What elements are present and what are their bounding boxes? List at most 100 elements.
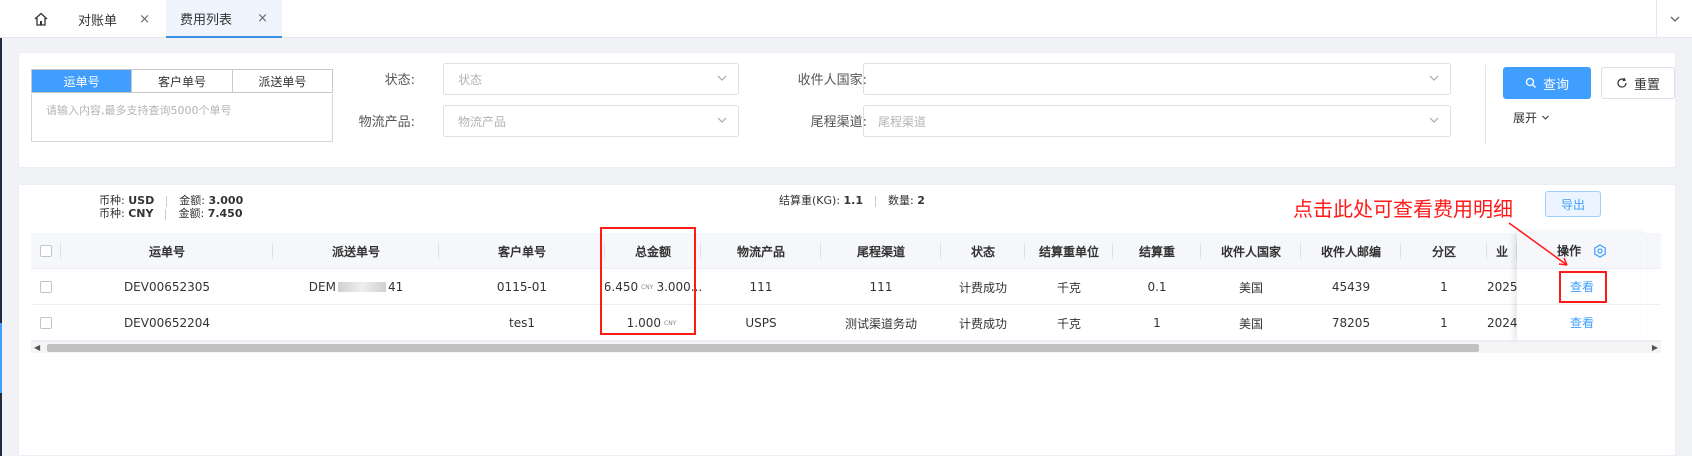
- cell-status: 计费成功: [958, 280, 1007, 295]
- seg-customer-number[interactable]: 客户单号: [132, 70, 233, 92]
- select-all-cell: [31, 233, 61, 269]
- col-action: 操作: [1517, 233, 1647, 269]
- weight-label: 结算重(KG):: [779, 194, 841, 207]
- col-product[interactable]: 物流产品: [701, 233, 821, 269]
- lastmile-label: 尾程渠道:: [810, 115, 867, 130]
- cell-weight-unit: 千克: [1056, 280, 1081, 295]
- settings-icon[interactable]: [1593, 243, 1607, 258]
- cell-delivery-number: [273, 305, 439, 341]
- table-row: DEV00652204 tes1 1.000 CNY USPS 测试渠道务动 计费…: [31, 305, 1661, 341]
- cell-lastmile: 测试渠道务动: [844, 316, 917, 331]
- annotation-text: 点击此处可查看费用明细: [1293, 197, 1513, 221]
- currency-value: CNY: [128, 207, 154, 220]
- redacted-mask: [337, 282, 386, 292]
- lastmile-select[interactable]: 尾程渠道: [863, 105, 1451, 137]
- close-icon[interactable]: ×: [139, 12, 150, 27]
- home-icon: [34, 12, 48, 26]
- number-type-tabs: 运单号 客户单号 派送单号: [31, 69, 333, 93]
- cell-waybill: DEV00652204: [123, 316, 211, 330]
- highlight-total-amount: [600, 227, 696, 335]
- cell-product: 111: [749, 280, 773, 294]
- cell-country: 美国: [1238, 280, 1263, 295]
- col-waybill[interactable]: 运单号: [61, 233, 273, 269]
- col-status[interactable]: 状态: [941, 233, 1025, 269]
- tabs-dropdown-button[interactable]: [1656, 0, 1692, 38]
- results-panel: 币种: USD 金额: 3.000 币种: CNY 金额: 7.450 结算重(KG…: [18, 184, 1676, 456]
- col-lastmile[interactable]: 尾程渠道: [821, 233, 941, 269]
- chevron-down-icon: [1670, 16, 1679, 22]
- tab-home[interactable]: [18, 0, 64, 38]
- horizontal-scrollbar[interactable]: ◀ ▶: [31, 341, 1661, 353]
- chevron-down-icon: [1429, 117, 1439, 123]
- row-checkbox[interactable]: [40, 317, 52, 329]
- country-select[interactable]: [863, 63, 1451, 95]
- row-select-cell: [31, 269, 61, 305]
- table-row: DEV00652305 DEM 41 0115-01 6.450 CNY 3.000.…: [31, 269, 1661, 305]
- count-value: 2: [917, 194, 925, 207]
- summary-cny: 币种: CNY 金额: 7.450: [99, 205, 242, 221]
- scrollbar-thumb[interactable]: [47, 344, 1479, 352]
- col-zone[interactable]: 分区: [1401, 233, 1487, 269]
- cell-zip: 78205: [1331, 316, 1371, 330]
- cell-zone: 1: [1440, 280, 1448, 294]
- tab-label: 对账单: [78, 13, 118, 29]
- expand-toggle[interactable]: 展开: [1513, 109, 1550, 126]
- chevron-down-icon: [717, 75, 727, 81]
- col-country[interactable]: 收件人国家: [1201, 233, 1301, 269]
- cell-customer-number: tes1: [509, 316, 535, 330]
- col-delivery-number[interactable]: 派送单号: [273, 233, 439, 269]
- sidebar-active-marker: [0, 323, 2, 393]
- delivery-suffix: 41: [387, 280, 404, 294]
- cell-status: 计费成功: [958, 316, 1007, 331]
- reset-button[interactable]: 重置: [1601, 67, 1675, 99]
- reset-label: 重置: [1633, 77, 1660, 93]
- status-placeholder: 状态: [458, 72, 483, 87]
- col-customer-number[interactable]: 客户单号: [439, 233, 605, 269]
- sidebar-edge: [0, 38, 2, 456]
- count-label: 数量:: [888, 194, 914, 207]
- scroll-left-icon[interactable]: ◀: [34, 343, 40, 352]
- col-business[interactable]: 业: [1487, 233, 1517, 269]
- search-icon: [1525, 77, 1536, 88]
- tab-reconciliation[interactable]: 对账单 ×: [64, 0, 164, 38]
- row-checkbox[interactable]: [40, 281, 52, 293]
- cell-business-date: 2024: [1487, 316, 1517, 330]
- cell-weight: 1: [1153, 316, 1161, 330]
- view-link[interactable]: 查看: [1570, 314, 1594, 331]
- cell-product: USPS: [745, 316, 777, 330]
- number-input[interactable]: 请输入内容,最多支持查询5000个单号: [31, 94, 333, 142]
- query-label: 查询: [1542, 77, 1569, 93]
- divider: [1485, 65, 1486, 145]
- product-select[interactable]: 物流产品: [443, 105, 739, 137]
- seg-waybill[interactable]: 运单号: [32, 70, 133, 92]
- chevron-down-icon: [1429, 75, 1439, 81]
- export-button[interactable]: 导出: [1545, 191, 1601, 217]
- tab-fee-list[interactable]: 费用列表 ×: [166, 0, 282, 38]
- cell-waybill: DEV00652305: [123, 280, 211, 294]
- select-all-checkbox[interactable]: [40, 245, 52, 257]
- country-label: 收件人国家:: [797, 73, 867, 88]
- chevron-down-icon: [1541, 115, 1549, 120]
- cell-weight-unit: 千克: [1056, 316, 1081, 331]
- chevron-down-icon: [717, 117, 727, 123]
- scroll-right-icon[interactable]: ▶: [1652, 343, 1658, 352]
- seg-delivery-number[interactable]: 派送单号: [232, 70, 332, 92]
- cell-business-date: 2025: [1487, 280, 1517, 294]
- tab-bar: 对账单 × 费用列表 ×: [0, 0, 1692, 38]
- close-icon[interactable]: ×: [257, 11, 268, 26]
- delivery-prefix: DEM: [308, 280, 336, 294]
- col-weight[interactable]: 结算重: [1113, 233, 1201, 269]
- filter-panel: 运单号 客户单号 派送单号 请输入内容,最多支持查询5000个单号 状态: 状态…: [18, 52, 1676, 168]
- col-weight-unit[interactable]: 结算重单位: [1025, 233, 1113, 269]
- status-select[interactable]: 状态: [443, 63, 739, 95]
- query-button[interactable]: 查询: [1503, 67, 1591, 99]
- tab-label: 费用列表: [180, 12, 233, 28]
- product-placeholder: 物流产品: [458, 114, 507, 129]
- row-select-cell: [31, 305, 61, 341]
- amount-value: 7.450: [207, 207, 243, 220]
- weight-value: 1.1: [843, 194, 864, 207]
- col-zip[interactable]: 收件人邮编: [1301, 233, 1401, 269]
- lastmile-placeholder: 尾程渠道: [878, 114, 927, 129]
- cell-country: 美国: [1238, 316, 1263, 331]
- status-label: 状态:: [384, 73, 415, 88]
